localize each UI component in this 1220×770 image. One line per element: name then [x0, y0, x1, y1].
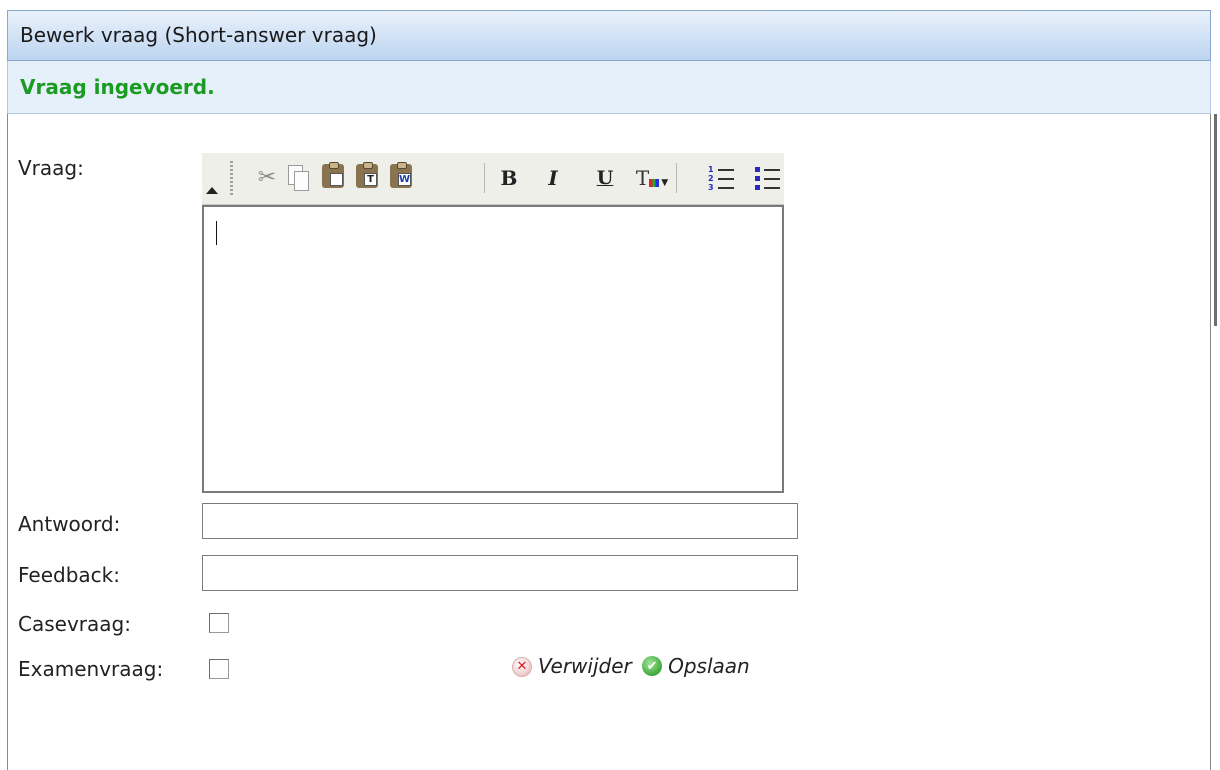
paste-icon[interactable]	[318, 161, 348, 195]
examenvraag-label: Examenvraag:	[18, 657, 164, 681]
underline-button[interactable]: U	[590, 161, 620, 195]
text-color-letter: T	[635, 166, 650, 190]
chevron-down-icon: ▼	[661, 178, 669, 188]
antwoord-label: Antwoord:	[18, 512, 121, 536]
paste-text-icon[interactable]: T	[352, 161, 382, 195]
ordered-list-icon[interactable]: 1 2 3	[708, 166, 734, 192]
color-swatch-icon	[649, 179, 660, 187]
cut-icon[interactable]: ✂	[254, 161, 280, 195]
copy-icon[interactable]	[286, 161, 312, 195]
bold-button[interactable]: B	[494, 161, 524, 195]
casevraag-checkbox[interactable]	[209, 613, 229, 633]
examenvraag-checkbox[interactable]	[209, 659, 229, 679]
save-label: Opslaan	[668, 654, 750, 678]
delete-button[interactable]: ✕ Verwijder	[512, 654, 632, 678]
italic-button[interactable]: I	[538, 161, 568, 195]
text-color-button[interactable]: T ▼	[632, 161, 672, 195]
paste-word-icon[interactable]: W	[386, 161, 416, 195]
casevraag-label: Casevraag:	[18, 612, 131, 636]
question-editor-body[interactable]	[202, 205, 784, 493]
text-cursor	[216, 221, 217, 245]
status-message: Vraag ingevoerd.	[7, 61, 1211, 114]
scrollbar[interactable]	[1214, 114, 1217, 326]
collapse-toolbar-icon[interactable]	[206, 187, 218, 194]
toolbar-separator	[676, 163, 677, 193]
save-check-icon: ✔	[642, 656, 663, 676]
delete-icon: ✕	[512, 657, 532, 677]
vraag-label: Vraag:	[18, 156, 84, 180]
unordered-list-icon[interactable]	[754, 167, 780, 191]
delete-label: Verwijder	[538, 654, 632, 678]
feedback-label: Feedback:	[18, 563, 120, 587]
action-bar: ✕ Verwijder ✔ Opslaan	[512, 654, 750, 684]
toolbar-grip	[230, 161, 233, 195]
editor-toolbar: ✂ T W B I U T ▼ 1 2 3	[202, 153, 784, 205]
rich-text-editor: ✂ T W B I U T ▼ 1 2 3	[202, 153, 784, 493]
feedback-input[interactable]	[202, 555, 798, 591]
save-button[interactable]: ✔ Opslaan	[642, 654, 750, 678]
panel-title: Bewerk vraag (Short-answer vraag)	[7, 10, 1211, 61]
antwoord-input[interactable]	[202, 503, 798, 539]
toolbar-separator	[484, 163, 485, 193]
